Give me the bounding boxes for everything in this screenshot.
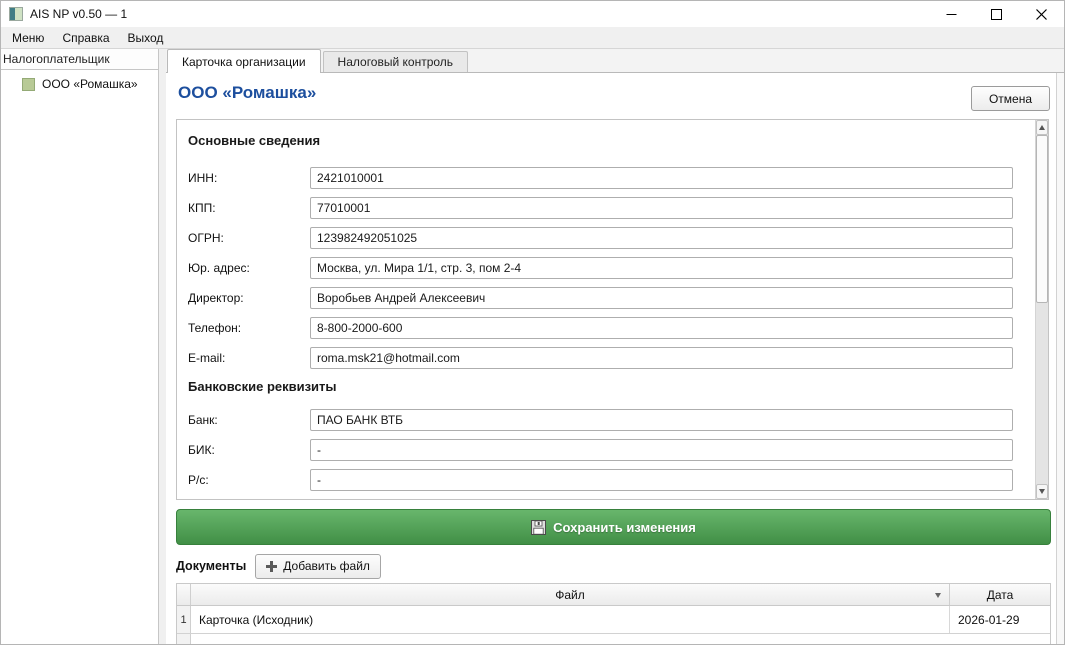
date-column-label: Дата	[986, 587, 1014, 602]
menu-item-exit[interactable]: Выход	[119, 28, 173, 48]
main-area: Карточка организации Налоговый контроль …	[166, 49, 1064, 644]
plus-icon	[266, 560, 278, 572]
file-cell[interactable]: Карточка (Исходник)	[191, 606, 950, 633]
scroll-up-icon[interactable]	[1036, 120, 1048, 135]
title-bar: AIS NP v0.50 — 1	[1, 1, 1064, 27]
sidebar-item-romashka[interactable]: ООО «Ромашка»	[1, 74, 158, 94]
window-controls	[929, 1, 1064, 27]
form-row-bik: БИК:	[188, 439, 1013, 461]
cancel-button[interactable]: Отмена	[971, 86, 1050, 111]
section-heading-main-info: Основные сведения	[188, 133, 321, 148]
scrollbar-thumb[interactable]	[1036, 135, 1048, 303]
documents-table: Файл Дата 1 Карточка (Исходник) 2026-01-…	[176, 583, 1051, 644]
row-number-cell: 1	[177, 606, 191, 633]
window-title: AIS NP v0.50 — 1	[30, 7, 128, 21]
date-cell[interactable]: 2026-01-29	[950, 606, 1050, 633]
table-header-row: Файл Дата	[177, 584, 1050, 606]
email-label: E-mail:	[188, 351, 226, 365]
form-row-ogrn: ОГРН:	[188, 227, 1013, 249]
form-row-email: E-mail:	[188, 347, 1013, 369]
inn-label: ИНН:	[188, 171, 218, 185]
director-label: Директор:	[188, 291, 244, 305]
documents-toolbar: Документы Добавить файл	[176, 553, 381, 579]
minimize-button[interactable]	[929, 1, 974, 27]
main-scrollbar-track	[1056, 73, 1064, 644]
kpp-label: КПП:	[188, 201, 216, 215]
save-changes-button[interactable]: Сохранить изменения	[176, 509, 1051, 545]
add-file-button[interactable]: Добавить файл	[255, 553, 381, 579]
form-row-phone: Телефон:	[188, 317, 1013, 339]
phone-label: Телефон:	[188, 321, 242, 335]
email-field[interactable]	[310, 347, 1013, 369]
organization-icon	[22, 77, 35, 91]
panel-splitter[interactable]	[159, 49, 166, 644]
add-file-label: Добавить файл	[283, 559, 370, 573]
form-scrollbar[interactable]	[1035, 120, 1048, 499]
tab-content: ООО «Ромашка» Отмена Основные сведения И…	[166, 73, 1064, 644]
taxpayer-sidebar: Налогоплательщик ООО «Ромашка»	[1, 49, 159, 644]
address-field[interactable]	[310, 257, 1013, 279]
organization-form-panel: Основные сведения ИНН: КПП: ОГРН:	[176, 119, 1049, 500]
page-title: ООО «Ромашка»	[178, 83, 317, 102]
column-header-date[interactable]: Дата	[950, 584, 1050, 605]
bank-field[interactable]	[310, 409, 1013, 431]
documents-label: Документы	[176, 559, 247, 573]
column-header-file[interactable]: Файл	[191, 584, 950, 605]
scrollbar-track[interactable]	[1036, 303, 1048, 484]
save-button-label: Сохранить изменения	[553, 519, 696, 535]
bik-field[interactable]	[310, 439, 1013, 461]
close-button[interactable]	[1019, 1, 1064, 27]
sidebar-header: Налогоплательщик	[1, 49, 158, 70]
row-header-strip	[177, 634, 191, 644]
scroll-down-icon[interactable]	[1036, 484, 1048, 499]
tab-organization-card[interactable]: Карточка организации	[167, 49, 321, 73]
dropdown-arrow-icon[interactable]	[935, 593, 941, 598]
menu-bar: Меню Справка Выход	[1, 27, 1064, 49]
form-row-kpp: КПП:	[188, 197, 1013, 219]
menu-item-help[interactable]: Справка	[53, 28, 118, 48]
ogrn-field[interactable]	[310, 227, 1013, 249]
ogrn-label: ОГРН:	[188, 231, 224, 245]
director-field[interactable]	[310, 287, 1013, 309]
inn-field[interactable]	[310, 167, 1013, 189]
section-heading-bank-details: Банковские реквизиты	[188, 379, 337, 394]
table-empty-area	[177, 634, 1050, 644]
table-corner-cell[interactable]	[177, 584, 191, 605]
address-label: Юр. адрес:	[188, 261, 250, 275]
tab-bar: Карточка организации Налоговый контроль	[166, 49, 1064, 73]
form-row-bank: Банк:	[188, 409, 1013, 431]
bank-label: Банк:	[188, 413, 218, 427]
table-row[interactable]: 1 Карточка (Исходник) 2026-01-29	[177, 606, 1050, 634]
app-window: AIS NP v0.50 — 1 Меню Справка Выход Нало…	[0, 0, 1065, 645]
form-row-address: Юр. адрес:	[188, 257, 1013, 279]
tree-item-label: ООО «Ромашка»	[42, 77, 138, 91]
maximize-button[interactable]	[974, 1, 1019, 27]
file-column-label: Файл	[555, 587, 585, 602]
menu-item-menu[interactable]: Меню	[3, 28, 53, 48]
form-row-inn: ИНН:	[188, 167, 1013, 189]
account-label: Р/с:	[188, 473, 209, 487]
app-icon	[9, 7, 23, 21]
kpp-field[interactable]	[310, 197, 1013, 219]
account-field[interactable]	[310, 469, 1013, 491]
form-row-director: Директор:	[188, 287, 1013, 309]
floppy-disk-icon	[531, 519, 547, 535]
phone-field[interactable]	[310, 317, 1013, 339]
bik-label: БИК:	[188, 443, 215, 457]
tab-tax-control[interactable]: Налоговый контроль	[322, 51, 469, 72]
form-row-account: Р/с:	[188, 469, 1013, 491]
